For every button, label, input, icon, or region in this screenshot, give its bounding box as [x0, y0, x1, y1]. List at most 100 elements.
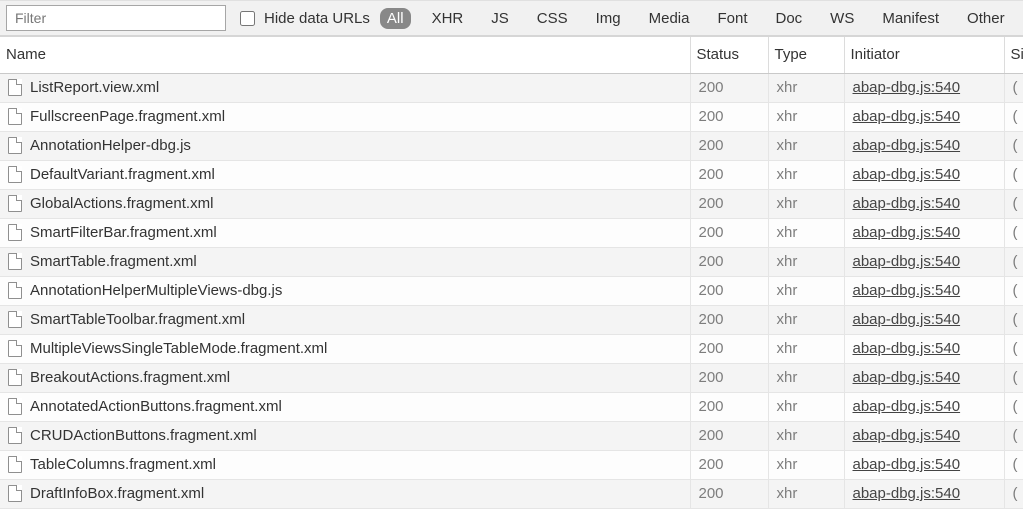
cell-name[interactable]: BreakoutActions.fragment.xml: [0, 363, 690, 392]
file-name: SmartTable.fragment.xml: [30, 253, 197, 270]
cell-type: xhr: [768, 479, 844, 508]
file-name: AnnotationHelperMultipleViews-dbg.js: [30, 282, 282, 299]
cell-initiator[interactable]: abap-dbg.js:540: [844, 247, 1004, 276]
table-row[interactable]: DraftInfoBox.fragment.xml200xhrabap-dbg.…: [0, 479, 1023, 508]
cell-name[interactable]: ListReport.view.xml: [0, 73, 690, 102]
cell-type: xhr: [768, 450, 844, 479]
cell-name[interactable]: DraftInfoBox.fragment.xml: [0, 479, 690, 508]
file-icon: [8, 369, 22, 386]
file-name: SmartTableToolbar.fragment.xml: [30, 311, 245, 328]
cell-name[interactable]: AnnotationHelperMultipleViews-dbg.js: [0, 276, 690, 305]
cell-type: xhr: [768, 305, 844, 334]
cell-type: xhr: [768, 218, 844, 247]
table-row[interactable]: TableColumns.fragment.xml200xhrabap-dbg.…: [0, 450, 1023, 479]
cell-initiator[interactable]: abap-dbg.js:540: [844, 305, 1004, 334]
col-header-type[interactable]: Type: [768, 37, 844, 73]
filter-input[interactable]: [6, 5, 226, 31]
table-row[interactable]: AnnotationHelper-dbg.js200xhrabap-dbg.js…: [0, 131, 1023, 160]
filter-toolbar: Hide data URLs All XHR JS CSS Img Media Font Do…: [0, 0, 1023, 36]
file-icon: [8, 224, 22, 241]
hide-data-urls-option[interactable]: Hide data URLs: [236, 8, 370, 29]
cell-size: (: [1004, 421, 1023, 450]
cell-initiator[interactable]: abap-dbg.js:540: [844, 479, 1004, 508]
hide-data-urls-label: Hide data URLs: [264, 10, 370, 27]
cell-size: (: [1004, 276, 1023, 305]
cell-name[interactable]: GlobalActions.fragment.xml: [0, 189, 690, 218]
type-filter-xhr[interactable]: XHR: [425, 8, 471, 29]
table-row[interactable]: AnnotationHelperMultipleViews-dbg.js 200x…: [0, 276, 1023, 305]
cell-status: 200: [690, 247, 768, 276]
cell-initiator[interactable]: abap-dbg.js:540: [844, 102, 1004, 131]
cell-type: xhr: [768, 189, 844, 218]
table-row[interactable]: SmartFilterBar.fragment.xml 200xhrabap-db…: [0, 218, 1023, 247]
file-icon: [8, 398, 22, 415]
hide-data-urls-checkbox[interactable]: [240, 11, 255, 26]
type-filter-manifest[interactable]: Manifest: [875, 8, 946, 29]
cell-initiator[interactable]: abap-dbg.js:540: [844, 218, 1004, 247]
cell-name[interactable]: MultipleViewsSingleTableMode.fragment.xm…: [0, 334, 690, 363]
file-name: AnnotationHelper-dbg.js: [30, 137, 191, 154]
table-row[interactable]: DefaultVariant.fragment.xml200xhrabap-db…: [0, 160, 1023, 189]
type-filter-doc[interactable]: Doc: [768, 8, 809, 29]
cell-size: (: [1004, 363, 1023, 392]
file-icon: [8, 79, 22, 96]
cell-name[interactable]: SmartTableToolbar.fragment.xml: [0, 305, 690, 334]
cell-name[interactable]: SmartTable.fragment.xml: [0, 247, 690, 276]
col-header-status[interactable]: Status: [690, 37, 768, 73]
cell-initiator[interactable]: abap-dbg.js:540: [844, 189, 1004, 218]
file-name: SmartFilterBar.fragment.xml: [30, 224, 217, 241]
cell-status: 200: [690, 421, 768, 450]
file-name: GlobalActions.fragment.xml: [30, 195, 213, 212]
cell-initiator[interactable]: abap-dbg.js:540: [844, 392, 1004, 421]
cell-status: 200: [690, 276, 768, 305]
type-filter-css[interactable]: CSS: [530, 8, 575, 29]
type-filter-group: All XHR JS CSS Img Media Font Doc WS Manifest Othe…: [380, 8, 1012, 29]
table-row[interactable]: AnnotatedActionButtons.fragment.xml200xh…: [0, 392, 1023, 421]
cell-name[interactable]: TableColumns.fragment.xml: [0, 450, 690, 479]
file-icon: [8, 108, 22, 125]
cell-initiator[interactable]: abap-dbg.js:540: [844, 421, 1004, 450]
cell-initiator[interactable]: abap-dbg.js:540: [844, 363, 1004, 392]
cell-initiator[interactable]: abap-dbg.js:540: [844, 334, 1004, 363]
type-filter-js[interactable]: JS: [484, 8, 516, 29]
type-filter-media[interactable]: Media: [642, 8, 697, 29]
type-filter-font[interactable]: Font: [710, 8, 754, 29]
cell-initiator[interactable]: abap-dbg.js:540: [844, 160, 1004, 189]
cell-initiator[interactable]: abap-dbg.js:540: [844, 73, 1004, 102]
cell-status: 200: [690, 479, 768, 508]
cell-name[interactable]: SmartFilterBar.fragment.xml: [0, 218, 690, 247]
cell-initiator[interactable]: abap-dbg.js:540: [844, 276, 1004, 305]
col-header-initiator[interactable]: Initiator: [844, 37, 1004, 73]
cell-initiator[interactable]: abap-dbg.js:540: [844, 131, 1004, 160]
type-filter-ws[interactable]: WS: [823, 8, 861, 29]
cell-initiator[interactable]: abap-dbg.js:540: [844, 450, 1004, 479]
table-row[interactable]: GlobalActions.fragment.xml200xhrabap-dbg…: [0, 189, 1023, 218]
cell-name[interactable]: AnnotationHelper-dbg.js: [0, 131, 690, 160]
cell-status: 200: [690, 218, 768, 247]
cell-name[interactable]: FullscreenPage.fragment.xml: [0, 102, 690, 131]
cell-type: xhr: [768, 276, 844, 305]
cell-size: (: [1004, 102, 1023, 131]
cell-size: (: [1004, 247, 1023, 276]
type-filter-all[interactable]: All: [380, 8, 411, 29]
table-row[interactable]: MultipleViewsSingleTableMode.fragment.xm…: [0, 334, 1023, 363]
table-row[interactable]: SmartTable.fragment.xml 200xhrabap-dbg.js…: [0, 247, 1023, 276]
cell-status: 200: [690, 392, 768, 421]
cell-name[interactable]: DefaultVariant.fragment.xml: [0, 160, 690, 189]
table-row[interactable]: FullscreenPage.fragment.xml200xhrabap-db…: [0, 102, 1023, 131]
type-filter-img[interactable]: Img: [589, 8, 628, 29]
table-row[interactable]: BreakoutActions.fragment.xml200xhrabap-d…: [0, 363, 1023, 392]
type-filter-other[interactable]: Other: [960, 8, 1012, 29]
cell-name[interactable]: CRUDActionButtons.fragment.xml: [0, 421, 690, 450]
file-icon: [8, 137, 22, 154]
table-row[interactable]: SmartTableToolbar.fragment.xml200xhrabap…: [0, 305, 1023, 334]
file-name: MultipleViewsSingleTableMode.fragment.xm…: [30, 340, 327, 357]
table-row[interactable]: ListReport.view.xml200xhrabap-dbg.js:540…: [0, 73, 1023, 102]
cell-type: xhr: [768, 247, 844, 276]
file-icon: [8, 195, 22, 212]
file-name: BreakoutActions.fragment.xml: [30, 369, 230, 386]
table-row[interactable]: CRUDActionButtons.fragment.xml200xhrabap…: [0, 421, 1023, 450]
col-header-name[interactable]: Name: [0, 37, 690, 73]
cell-name[interactable]: AnnotatedActionButtons.fragment.xml: [0, 392, 690, 421]
col-header-size[interactable]: Si: [1004, 37, 1023, 73]
